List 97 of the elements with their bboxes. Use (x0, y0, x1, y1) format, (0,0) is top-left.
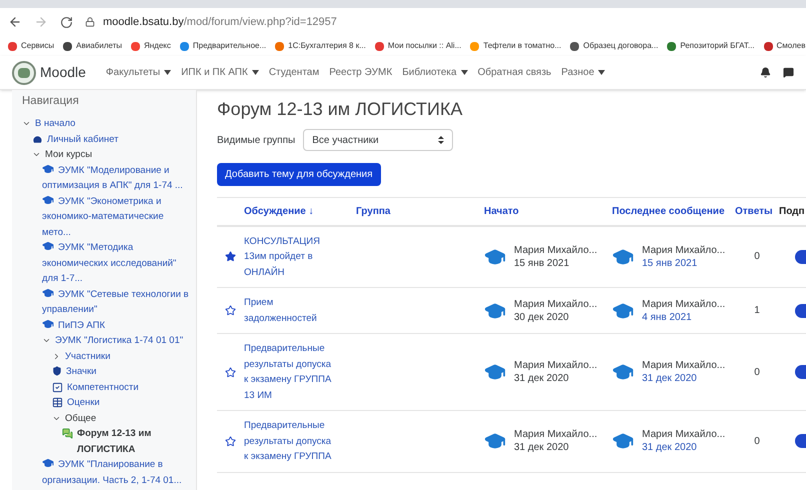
star-icon[interactable] (225, 366, 236, 378)
discussion-link[interactable]: Предварительные результаты допуска к экзамену ГРУППА (244, 418, 332, 464)
date-text: 15 янв 2021 (514, 256, 570, 270)
url-text: moodle.bsatu.by/mod/forum/view.php?id=12957 (103, 14, 337, 30)
author-name: Мария Михайло... (514, 244, 598, 257)
nav-item[interactable]: ЭУМК "Эконометрика и экономико-математические мето... (42, 194, 190, 240)
moodle-logo[interactable] (12, 60, 36, 84)
nav-menu-item[interactable]: ИПК и ПК АПК (181, 65, 259, 80)
graduation-cap-icon (42, 240, 54, 252)
author-name: Мария Михайло... (514, 298, 598, 310)
nav-menu-item[interactable]: Разное (561, 65, 606, 80)
nav-item[interactable]: Мои курсы (45, 147, 92, 163)
graduation-cap-icon (42, 318, 54, 330)
discussion-link[interactable]: Прием задолженностей (244, 295, 332, 326)
back-icon[interactable] (8, 15, 22, 29)
graduation-cap-icon (42, 457, 54, 470)
nav-item[interactable]: Участники (65, 348, 110, 364)
graduation-cap-icon (42, 286, 54, 299)
replies-count: 0 (754, 436, 760, 447)
bell-icon[interactable] (760, 67, 771, 78)
nav-menu-item[interactable]: Факультеты (106, 65, 172, 80)
date-text: 31 дек 2020 (514, 441, 570, 454)
lock-icon (85, 17, 95, 27)
author-name: Мария Михайло... (514, 428, 598, 442)
caret-icon (460, 70, 468, 75)
nav-item[interactable]: В начало (35, 116, 76, 132)
date-link[interactable]: 31 дек 2020 (642, 372, 726, 385)
sidebar-title: Навигация (22, 94, 80, 109)
author-name: Мария Михайло... (642, 359, 726, 372)
column-header[interactable]: Группа (356, 198, 484, 226)
forum-icon (62, 428, 73, 440)
brand-name[interactable]: Moodle (40, 62, 86, 83)
nav-item[interactable]: Компетентности (67, 380, 139, 396)
date-text: 30 дек 2020 (514, 310, 570, 324)
star-icon[interactable] (225, 305, 236, 316)
bookmark[interactable]: Яндекс (130, 40, 171, 52)
column-header: Подп (779, 198, 806, 226)
graduation-cap-icon (42, 194, 54, 206)
nav-item[interactable]: Форум 12-13 им ЛОГИСТИКА (77, 426, 190, 458)
bookmark[interactable]: Репозиторий БГАТ... (667, 40, 755, 52)
column-header[interactable]: Последнее сообщение (612, 198, 735, 226)
bookmark[interactable]: Образец договора... (570, 40, 658, 52)
bookmark[interactable]: Авиабилеты (63, 40, 122, 52)
caret-icon (164, 70, 172, 75)
bookmark[interactable]: Смолев (764, 40, 806, 52)
chevron-right-icon[interactable] (52, 352, 61, 361)
column-header[interactable]: Ответы (735, 198, 779, 226)
nav-item[interactable]: Общее (65, 410, 96, 426)
nav-item[interactable]: ЭУМК "Планирование в организации. Часть 2, 1-74 01... (42, 457, 190, 488)
nav-menu-item[interactable]: Библиотека (402, 65, 468, 80)
date-link[interactable]: 15 янв 2021 (642, 256, 726, 270)
nav-item[interactable]: ЭУМК "Логистика 1-74 01 01" (55, 333, 184, 349)
bookmark[interactable]: Предварительное... (180, 40, 266, 52)
nav-item[interactable]: Значки (66, 364, 96, 380)
nav-item[interactable]: Личный кабинет (47, 132, 118, 148)
nav-menu-item[interactable]: Реестр ЭУМК (329, 65, 392, 80)
nav-menu-item[interactable]: Обратная связь (478, 65, 552, 80)
author-name: Мария Михайло... (642, 298, 726, 310)
caret-icon (598, 70, 606, 75)
sort-arrows-icon (438, 136, 444, 144)
date-link[interactable]: 4 янв 2021 (642, 310, 726, 324)
nav-item[interactable]: ПиПЭ АПК (42, 318, 106, 334)
bookmark[interactable]: Мои посылки :: Ali... (374, 40, 462, 52)
discussion-link[interactable]: КОНСУЛЬТАЦИЯ 13им пройдет в ОНЛАЙН (244, 234, 332, 280)
replies-count: 1 (754, 305, 760, 316)
add-topic-button[interactable]: Добавить тему для обсуждения (217, 163, 381, 186)
column-header[interactable]: Начато (484, 198, 612, 226)
reload-icon[interactable] (60, 16, 73, 28)
page-title: Форум 12-13 им ЛОГИСТИКА (217, 98, 464, 121)
shield-icon (52, 366, 62, 376)
date-text: 31 дек 2020 (514, 372, 570, 385)
caret-icon (252, 70, 259, 75)
date-link[interactable]: 31 дек 2020 (642, 441, 726, 454)
group-select[interactable]: Все участники (303, 129, 454, 151)
column-header[interactable]: Обсуждение ↓ (244, 198, 356, 226)
nav-item[interactable]: ЭУМК "Сетевые технологии в управлении" (42, 286, 190, 318)
chat-icon[interactable] (783, 67, 794, 78)
replies-count: 0 (754, 366, 760, 378)
nav-item[interactable]: ЭУМК "Моделирование и оптимизация в АПК" для 1-74 ... (42, 162, 190, 194)
table-icon (52, 397, 63, 408)
checkbox-icon (52, 382, 63, 393)
bookmark[interactable]: Сервисы (8, 40, 54, 52)
author-name: Мария Михайло... (642, 428, 726, 442)
graduation-cap-icon (42, 162, 54, 175)
star-icon[interactable] (225, 436, 236, 447)
star-icon[interactable] (225, 251, 236, 262)
replies-count: 0 (754, 251, 760, 262)
bookmark[interactable]: Тефтели в томатно... (470, 40, 562, 52)
author-name: Мария Михайло... (642, 244, 726, 257)
address-bar[interactable]: moodle.bsatu.by/mod/forum/view.php?id=12957 (85, 14, 798, 30)
nav-item[interactable]: Оценки (67, 395, 100, 411)
nav-item[interactable]: ЭУМК "Методика экономических исследований" для 1-7... (42, 240, 190, 287)
author-name: Мария Михайло... (514, 359, 598, 372)
group-label: Видимые группы (217, 134, 296, 148)
nav-menu-item[interactable]: Студентам (268, 65, 320, 80)
bookmark[interactable]: 1С:Бухгалтерия 8 к... (275, 40, 366, 52)
discussion-link[interactable]: Предварительные результаты допуска к экзамену ГРУППА 13 ИМ (244, 341, 332, 403)
